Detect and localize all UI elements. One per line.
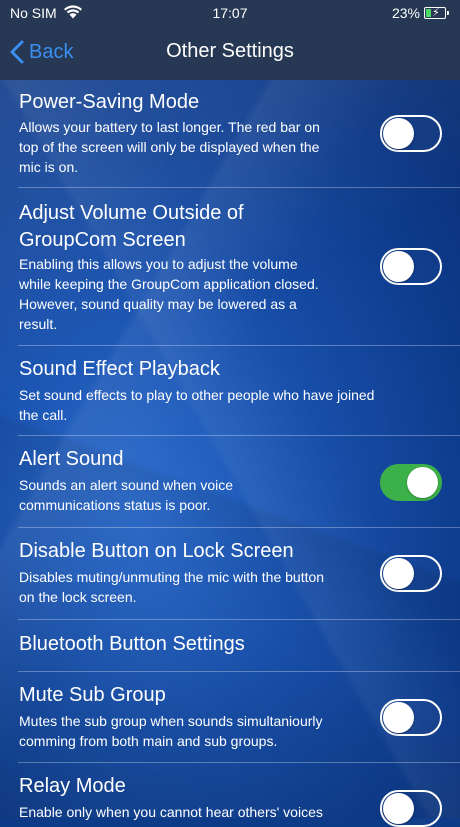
setting-row-relay-mode: Relay Mode Enable only when you cannot h… — [18, 763, 460, 827]
setting-title: Disable Button on Lock Screen — [19, 540, 294, 562]
setting-title: Bluetooth Button Settings — [19, 633, 245, 655]
settings-list: Power-Saving Mode Allows your battery to… — [0, 80, 460, 827]
alert-sound-toggle[interactable] — [380, 464, 442, 501]
setting-description: Set sound effects to play to other peopl… — [19, 387, 375, 423]
setting-description: Enabling this allows you to adjust the v… — [19, 256, 319, 332]
setting-row-adjust-volume: Adjust Volume Outside of GroupCom Screen… — [18, 188, 460, 346]
battery-icon: ⚡ — [424, 7, 449, 19]
setting-description: Allows your battery to last longer. The … — [19, 119, 320, 175]
setting-title: Adjust Volume Outside of GroupCom Screen — [19, 202, 244, 251]
disable-button-lock-screen-toggle[interactable] — [380, 555, 442, 592]
mute-sub-group-toggle[interactable] — [380, 699, 442, 736]
setting-title: Relay Mode — [19, 775, 126, 797]
setting-title: Power-Saving Mode — [19, 91, 200, 113]
battery-percent: 23% — [391, 5, 420, 21]
setting-row-alert-sound: Alert Sound Sounds an alert sound when v… — [18, 436, 460, 528]
setting-title: Mute Sub Group — [19, 684, 166, 706]
setting-description: Disables muting/unmuting the mic with th… — [19, 569, 325, 605]
setting-row-mute-sub-group: Mute Sub Group Mutes the sub group when … — [18, 672, 460, 763]
setting-title: Sound Effect Playback — [19, 358, 220, 380]
setting-description: Sounds an alert sound when voice communi… — [19, 477, 234, 513]
adjust-volume-toggle[interactable] — [380, 248, 442, 285]
power-saving-toggle[interactable] — [380, 115, 442, 152]
navigation-header: No SIM 17:07 23% ⚡ Back Other Settings — [0, 0, 460, 80]
page-title: Other Settings — [166, 40, 294, 62]
setting-description: Enable only when you cannot hear others'… — [19, 804, 323, 820]
setting-row-sound-effect-playback[interactable]: Sound Effect Playback Set sound effects … — [18, 346, 460, 436]
setting-title: Alert Sound — [19, 448, 124, 470]
setting-description: Mutes the sub group when sounds simultan… — [19, 713, 323, 749]
relay-mode-toggle[interactable] — [380, 790, 442, 827]
status-bar: No SIM 17:07 23% ⚡ — [0, 0, 460, 26]
setting-row-disable-button-lock-screen: Disable Button on Lock Screen Disables m… — [18, 528, 460, 620]
setting-row-power-saving: Power-Saving Mode Allows your battery to… — [18, 80, 460, 188]
setting-row-bluetooth-button[interactable]: Bluetooth Button Settings — [18, 620, 460, 672]
